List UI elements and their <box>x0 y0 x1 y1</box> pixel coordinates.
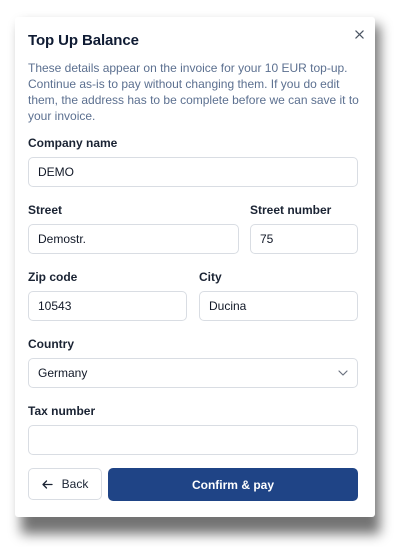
country-label: Country <box>28 337 74 351</box>
close-icon <box>354 29 364 39</box>
back-button-label: Back <box>61 477 89 491</box>
street-number-input[interactable] <box>250 224 358 254</box>
company-name-input[interactable] <box>28 157 358 187</box>
tax-number-label: Tax number <box>28 404 96 418</box>
city-input[interactable] <box>199 291 358 321</box>
tax-number-input[interactable] <box>28 425 358 455</box>
country-select[interactable]: Germany <box>28 358 358 388</box>
street-number-label: Street number <box>250 203 332 217</box>
zip-code-label: Zip code <box>28 270 78 284</box>
top-up-dialog: Top Up Balance These details appear on t… <box>15 17 375 517</box>
dialog-title: Top Up Balance <box>28 32 139 49</box>
dialog-description: These details appear on the invoice for … <box>28 61 359 123</box>
back-button[interactable]: Back <box>28 468 102 500</box>
close-button[interactable] <box>350 25 368 43</box>
arrow-left-icon <box>42 479 53 489</box>
confirm-pay-button[interactable]: Confirm & pay <box>108 468 358 501</box>
street-input[interactable] <box>28 224 239 254</box>
chevron-down-icon <box>338 370 348 376</box>
company-name-label: Company name <box>28 136 118 150</box>
city-label: City <box>199 270 222 284</box>
street-label: Street <box>28 203 63 217</box>
country-selected-value: Germany <box>38 366 88 380</box>
zip-code-input[interactable] <box>28 291 187 321</box>
